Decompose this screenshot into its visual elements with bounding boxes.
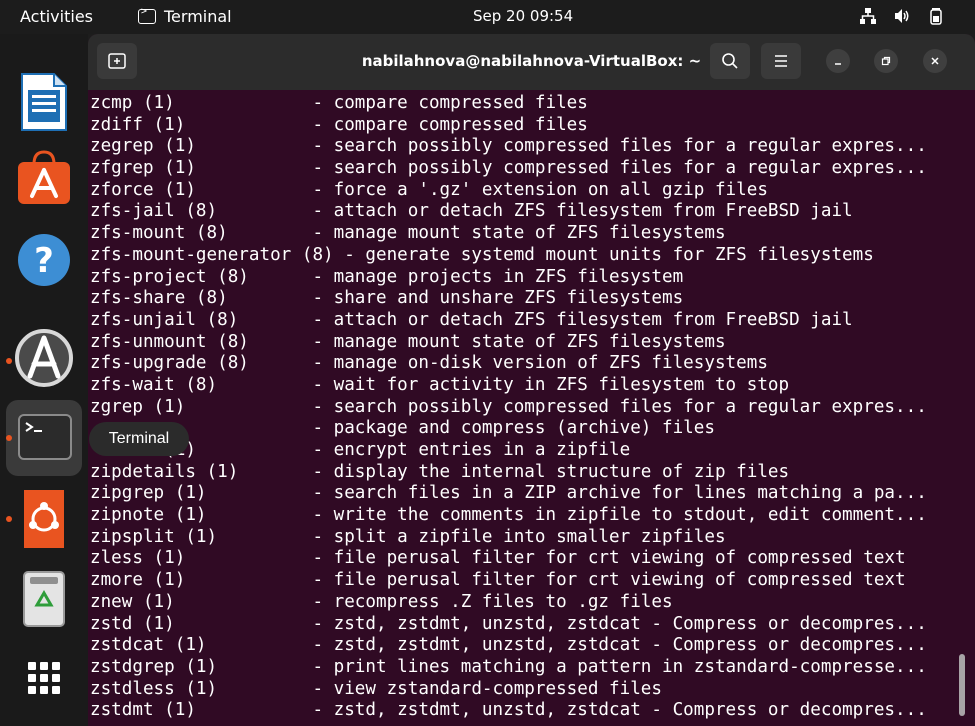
scrollbar-thumb[interactable] <box>959 654 965 716</box>
terminal-line: - package and compress (archive) files <box>90 418 715 439</box>
updater-icon <box>15 329 73 387</box>
writer-icon <box>21 73 67 131</box>
dock: ? <box>0 34 88 726</box>
dock-item-software-updater[interactable] <box>6 320 82 396</box>
terminal-line: zforce (1) - force a '.gz' extension on … <box>90 179 768 200</box>
app-menu[interactable]: Terminal <box>138 6 232 26</box>
terminal-line: zcmp (1) - compare compressed files <box>90 93 588 113</box>
maximize-button[interactable] <box>874 49 898 73</box>
terminal-line: zfs-upgrade (8) - manage on-disk version… <box>90 353 768 374</box>
terminal-line: zgrep (1) - search possibly compressed f… <box>90 396 927 417</box>
ubuntu-installer-icon <box>24 490 64 548</box>
terminal-line: zmore (1) - file perusal filter for crt … <box>90 570 906 591</box>
system-tray[interactable] <box>859 7 945 25</box>
menu-button[interactable] <box>761 43 801 79</box>
close-button[interactable] <box>923 49 947 73</box>
restore-icon <box>881 56 891 66</box>
running-indicator <box>6 358 12 364</box>
dock-item-trash[interactable] <box>6 560 82 636</box>
terminal-line: znew (1) - recompress .Z files to .gz fi… <box>90 591 673 612</box>
terminal-line: zfs-mount (8) - manage mount state of ZF… <box>90 223 726 244</box>
terminal-line: zipnote (1) - write the comments in zipf… <box>90 505 927 526</box>
terminal-icon <box>18 414 72 460</box>
search-button[interactable] <box>710 43 750 79</box>
terminal-line: zfgrep (1) - search possibly compressed … <box>90 158 927 179</box>
help-icon: ? <box>18 234 70 286</box>
dock-item-terminal[interactable] <box>6 400 82 476</box>
dock-tooltip: Terminal <box>89 422 189 456</box>
battery-icon[interactable] <box>927 7 945 25</box>
terminal-line: zipgrep (1) - search files in a ZIP arch… <box>90 483 927 504</box>
terminal-line: zstdmt (1) - zstd, zstdmt, unzstd, zstdc… <box>90 700 927 721</box>
trash-icon <box>23 571 65 627</box>
terminal-output[interactable]: zcmp (1) - compare compressed files zdiff… <box>88 90 975 726</box>
terminal-line: zegrep (1) - search possibly compressed … <box>90 136 927 157</box>
terminal-line: zfs-project (8) - manage projects in ZFS… <box>90 266 684 287</box>
terminal-icon <box>138 6 156 24</box>
activities-button[interactable]: Activities <box>20 7 93 26</box>
software-store-icon <box>18 150 70 204</box>
app-grid-icon <box>28 662 60 694</box>
terminal-line: zstdcat (1) - zstd, zstdmt, unzstd, zstd… <box>90 635 927 656</box>
network-icon[interactable] <box>859 7 877 25</box>
dock-item-writer[interactable] <box>6 64 82 140</box>
terminal-line: zfs-share (8) - share and unshare ZFS fi… <box>90 288 684 309</box>
minimize-button[interactable] <box>826 49 850 73</box>
dock-item-software[interactable] <box>6 142 82 218</box>
running-indicator <box>6 516 12 522</box>
terminal-line: zipsplit (1) - split a zipfile into smal… <box>90 526 726 547</box>
terminal-line: zipdetails (1) - display the internal st… <box>90 461 790 482</box>
terminal-line: (1) - encrypt entries in a zipfile <box>90 440 631 460</box>
top-bar: Activities Terminal Sep 20 09:54 <box>0 0 975 34</box>
svg-text:?: ? <box>34 241 54 281</box>
clock[interactable]: Sep 20 09:54 <box>473 7 573 25</box>
terminal-line: zfs-mount-generator (8) - generate syste… <box>90 244 874 265</box>
terminal-line: zless (1) - file perusal filter for crt … <box>90 548 906 569</box>
terminal-line: zfs-wait (8) - wait for activity in ZFS … <box>90 374 790 395</box>
terminal-line: zstd (1) - zstd, zstdmt, unzstd, zstdcat… <box>90 613 927 634</box>
volume-icon[interactable] <box>893 7 911 25</box>
terminal-line: zfs-jail (8) - attach or detach ZFS file… <box>90 201 853 222</box>
app-menu-label: Terminal <box>164 7 232 26</box>
terminal-line: zfs-unmount (8) - manage mount state of … <box>90 331 726 352</box>
minimize-icon <box>835 63 841 65</box>
search-icon <box>722 53 738 69</box>
dock-item-help[interactable]: ? <box>6 222 82 298</box>
header-bar[interactable]: nabilahnova@nabilahnova-VirtualBox: ~ <box>88 34 975 90</box>
terminal-line: zdiff (1) - compare compressed files <box>90 114 588 135</box>
close-icon <box>931 57 939 65</box>
hamburger-menu-icon <box>775 55 787 67</box>
terminal-window[interactable]: nabilahnova@nabilahnova-VirtualBox: ~ zc… <box>88 34 975 726</box>
terminal-line: zstdgrep (1) - print lines matching a pa… <box>90 656 927 677</box>
running-indicator <box>6 435 12 441</box>
show-applications-button[interactable] <box>6 640 82 716</box>
dock-item-ubuntu-installer[interactable] <box>6 482 82 558</box>
terminal-line: zfs-unjail (8) - attach or detach ZFS fi… <box>90 309 853 330</box>
terminal-line: zstdless (1) - view zstandard-compressed… <box>90 678 662 699</box>
